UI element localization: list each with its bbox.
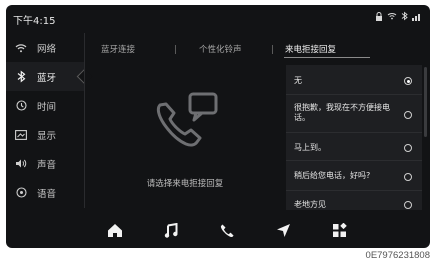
- tab-call-reject-reply[interactable]: 来电拒接回复: [285, 43, 336, 55]
- tab-bluetooth-connection[interactable]: 蓝牙连接: [101, 43, 135, 55]
- tab-divider: [272, 45, 273, 54]
- bluetooth-icon: [401, 11, 408, 24]
- navigation-icon[interactable]: [272, 219, 294, 241]
- reply-list: 无 很抱歉，我现在不方便接电话。 马上到。 稍后给您电话，好吗? 老地方见: [286, 65, 422, 210]
- sidebar-item-time[interactable]: 时间: [6, 91, 84, 120]
- sidebar-item-network[interactable]: 网络: [6, 33, 84, 62]
- list-item[interactable]: 很抱歉，我现在不方便接电话。: [286, 95, 422, 133]
- empty-state: 请选择来电拒接回复: [88, 65, 282, 205]
- reply-text: 马上到。: [294, 143, 326, 152]
- wifi-icon: [387, 12, 397, 23]
- clock-icon: [14, 99, 28, 113]
- sidebar-item-voice[interactable]: 语音: [6, 178, 84, 207]
- image-code: 0E7976231808: [365, 250, 430, 261]
- wifi-icon: [14, 41, 28, 55]
- sidebar-item-display[interactable]: 显示: [6, 120, 84, 149]
- sidebar-item-label: 网络: [37, 43, 57, 55]
- list-item[interactable]: 马上到。: [286, 133, 422, 161]
- reply-text: 很抱歉，我现在不方便接电话。: [294, 103, 390, 122]
- sidebar-item-label: 声音: [37, 159, 57, 171]
- sidebar-item-label: 时间: [37, 101, 57, 113]
- signal-icon: [412, 12, 422, 24]
- speaker-icon: [14, 157, 28, 171]
- infotainment-screen: 下午4:15 网络 蓝牙 时间 显示 声音 语音 蓝牙连接 个性化铃声 来电拒接…: [6, 5, 430, 248]
- list-item[interactable]: 老地方见: [286, 191, 422, 210]
- reply-text: 无: [294, 76, 302, 85]
- radio-icon[interactable]: [404, 144, 412, 152]
- radio-icon[interactable]: [404, 201, 412, 209]
- tab-personalized-ringtone[interactable]: 个性化铃声: [199, 43, 242, 55]
- sidebar-item-label: 蓝牙: [37, 72, 57, 84]
- phone-icon[interactable]: [216, 219, 238, 241]
- display-icon: [14, 128, 28, 142]
- status-icons: [375, 11, 422, 24]
- voice-icon: [14, 186, 28, 200]
- tab-bar: 蓝牙连接 个性化铃声 来电拒接回复: [101, 43, 401, 57]
- sidebar-divider: [84, 33, 85, 208]
- sidebar-item-label: 语音: [37, 188, 57, 200]
- tab-divider: [175, 45, 176, 54]
- home-icon[interactable]: [104, 219, 126, 241]
- radio-icon[interactable]: [404, 111, 412, 119]
- sidebar: 网络 蓝牙 时间 显示 声音 语音: [6, 33, 84, 208]
- sidebar-item-sound[interactable]: 声音: [6, 149, 84, 178]
- reply-text: 老地方见: [294, 200, 326, 209]
- music-icon[interactable]: [160, 219, 182, 241]
- bluetooth-icon: [14, 70, 28, 84]
- apps-icon[interactable]: [328, 219, 350, 241]
- list-item[interactable]: 无: [286, 65, 422, 95]
- list-item[interactable]: 稍后给您电话，好吗?: [286, 161, 422, 191]
- reply-text: 稍后给您电话，好吗?: [294, 171, 371, 180]
- bottom-dock: [84, 213, 430, 248]
- sidebar-item-label: 显示: [37, 130, 57, 142]
- lock-icon: [375, 11, 383, 24]
- active-tab-indicator: [284, 57, 370, 58]
- empty-state-hint: 请选择来电拒接回复: [146, 179, 224, 189]
- sidebar-item-bluetooth[interactable]: 蓝牙: [6, 62, 84, 91]
- status-time: 下午4:15: [13, 16, 56, 27]
- status-bar: 下午4:15: [6, 5, 430, 31]
- phone-message-icon: [152, 91, 222, 159]
- radio-selected-icon[interactable]: [404, 77, 412, 85]
- scrollbar[interactable]: [424, 67, 427, 137]
- radio-icon[interactable]: [404, 173, 412, 181]
